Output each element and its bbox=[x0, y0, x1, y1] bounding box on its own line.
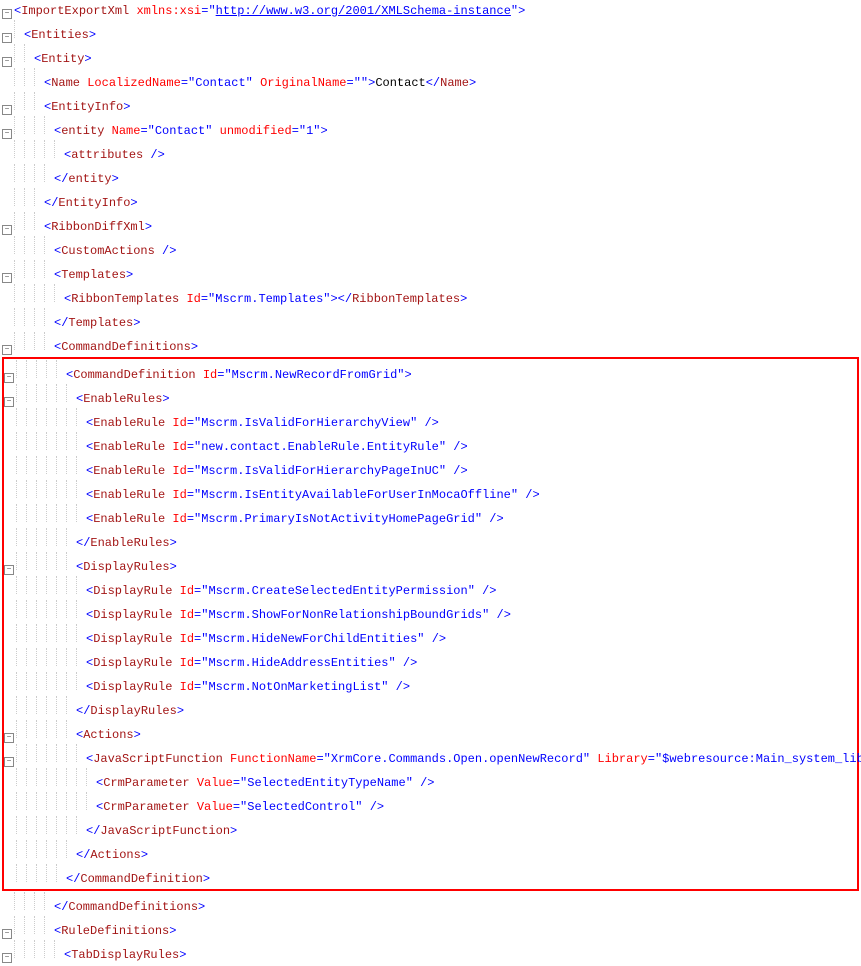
xml-content: <ImportExportXml xmlns:xsi="http://www.w… bbox=[14, 2, 859, 20]
xml-code-view: −<ImportExportXml xmlns:xsi="http://www.… bbox=[2, 2, 859, 964]
xml-content: <JavaScriptFunction FunctionName="XrmCor… bbox=[86, 750, 861, 768]
code-line[interactable]: <DisplayRule Id="Mscrm.HideAddressEntiti… bbox=[4, 648, 857, 672]
xml-content: <RuleDefinitions> bbox=[54, 922, 859, 940]
xml-content: <DisplayRule Id="Mscrm.NotOnMarketingLis… bbox=[86, 678, 857, 696]
code-line[interactable]: </EnableRules> bbox=[4, 528, 857, 552]
expand-collapse-icon[interactable]: − bbox=[2, 33, 12, 43]
xml-content: <TabDisplayRules> bbox=[64, 946, 859, 964]
code-line[interactable]: </entity> bbox=[2, 164, 859, 188]
code-line[interactable]: <attributes /> bbox=[2, 140, 859, 164]
code-line[interactable]: <CrmParameter Value="SelectedControl" /> bbox=[4, 792, 857, 816]
xml-content: </DisplayRules> bbox=[76, 702, 857, 720]
expand-collapse-icon[interactable]: − bbox=[2, 57, 12, 67]
code-line[interactable]: − <entity Name="Contact" unmodified="1"> bbox=[2, 116, 859, 140]
code-line[interactable]: <EnableRule Id="Mscrm.IsEntityAvailableF… bbox=[4, 480, 857, 504]
xml-content: <EnableRules> bbox=[76, 390, 857, 408]
expand-collapse-icon[interactable]: − bbox=[2, 105, 12, 115]
code-line[interactable]: −<JavaScriptFunction FunctionName="XrmCo… bbox=[4, 744, 857, 768]
code-line[interactable]: <EnableRule Id="new.contact.EnableRule.E… bbox=[4, 432, 857, 456]
code-line[interactable]: </EntityInfo> bbox=[2, 188, 859, 212]
code-line[interactable]: − <Entity> bbox=[2, 44, 859, 68]
xml-content: <Entity> bbox=[34, 50, 859, 68]
xml-content: <EnableRule Id="Mscrm.IsEntityAvailableF… bbox=[86, 486, 857, 504]
expand-collapse-icon[interactable]: − bbox=[4, 733, 14, 743]
code-line[interactable]: <DisplayRule Id="Mscrm.ShowForNonRelatio… bbox=[4, 600, 857, 624]
xml-content: <DisplayRule Id="Mscrm.ShowForNonRelatio… bbox=[86, 606, 857, 624]
expand-collapse-icon[interactable]: − bbox=[2, 929, 12, 939]
xml-content: </CommandDefinitions> bbox=[54, 898, 859, 916]
code-line[interactable]: − <CommandDefinition Id="Mscrm.NewRecordF… bbox=[4, 360, 857, 384]
xml-content: <Entities> bbox=[24, 26, 859, 44]
expand-collapse-icon[interactable]: − bbox=[2, 953, 12, 963]
xml-content: <DisplayRule Id="Mscrm.HideAddressEntiti… bbox=[86, 654, 857, 672]
code-line[interactable]: − <DisplayRules> bbox=[4, 552, 857, 576]
xml-content: <Templates> bbox=[54, 266, 859, 284]
code-line[interactable]: <Name LocalizedName="Contact" OriginalNa… bbox=[2, 68, 859, 92]
code-line[interactable]: − <Entities> bbox=[2, 20, 859, 44]
code-line[interactable]: − <TabDisplayRules> bbox=[2, 940, 859, 964]
xml-content: </entity> bbox=[54, 170, 859, 188]
code-line[interactable]: − <Templates> bbox=[2, 260, 859, 284]
expand-collapse-icon[interactable]: − bbox=[4, 397, 14, 407]
xml-content: <entity Name="Contact" unmodified="1"> bbox=[54, 122, 859, 140]
xml-content: <EnableRule Id="Mscrm.IsValidForHierarch… bbox=[86, 462, 857, 480]
code-line[interactable]: − <RuleDefinitions> bbox=[2, 916, 859, 940]
xml-content: </JavaScriptFunction> bbox=[86, 822, 857, 840]
expand-collapse-icon[interactable]: − bbox=[2, 273, 12, 283]
code-line[interactable]: <DisplayRule Id="Mscrm.CreateSelectedEnt… bbox=[4, 576, 857, 600]
code-line[interactable]: <EnableRule Id="Mscrm.IsValidForHierarch… bbox=[4, 456, 857, 480]
xml-content: <Name LocalizedName="Contact" OriginalNa… bbox=[44, 74, 859, 92]
code-line[interactable]: <CustomActions /> bbox=[2, 236, 859, 260]
xml-content: </Templates> bbox=[54, 314, 859, 332]
code-line[interactable]: </Templates> bbox=[2, 308, 859, 332]
highlighted-command-definition: − <CommandDefinition Id="Mscrm.NewRecordF… bbox=[2, 357, 859, 891]
code-line[interactable]: </CommandDefinition> bbox=[4, 864, 857, 888]
code-line[interactable]: − <Actions> bbox=[4, 720, 857, 744]
expand-collapse-icon[interactable]: − bbox=[2, 225, 12, 235]
xml-content: <CommandDefinitions> bbox=[54, 338, 859, 356]
code-line[interactable]: − <CommandDefinitions> bbox=[2, 332, 859, 356]
expand-collapse-icon[interactable]: − bbox=[4, 757, 14, 767]
code-line[interactable]: </JavaScriptFunction> bbox=[4, 816, 857, 840]
code-line[interactable]: −<ImportExportXml xmlns:xsi="http://www.… bbox=[2, 2, 859, 20]
xml-content: <CustomActions /> bbox=[54, 242, 859, 260]
code-line[interactable]: <DisplayRule Id="Mscrm.HideNewForChildEn… bbox=[4, 624, 857, 648]
code-line[interactable]: <EnableRule Id="Mscrm.PrimaryIsNotActivi… bbox=[4, 504, 857, 528]
xml-content: <Actions> bbox=[76, 726, 857, 744]
code-line[interactable]: </Actions> bbox=[4, 840, 857, 864]
xml-content: <EnableRule Id="Mscrm.IsValidForHierarch… bbox=[86, 414, 857, 432]
xml-content: <attributes /> bbox=[64, 146, 859, 164]
xml-content: <CommandDefinition Id="Mscrm.NewRecordFr… bbox=[66, 366, 857, 384]
expand-collapse-icon[interactable]: − bbox=[4, 373, 14, 383]
xml-content: <RibbonTemplates Id="Mscrm.Templates"></… bbox=[64, 290, 859, 308]
expand-collapse-icon[interactable]: − bbox=[2, 9, 12, 19]
code-line[interactable]: </CommandDefinitions> bbox=[2, 892, 859, 916]
code-line[interactable]: </DisplayRules> bbox=[4, 696, 857, 720]
expand-collapse-icon[interactable]: − bbox=[4, 565, 14, 575]
code-line[interactable]: − <EntityInfo> bbox=[2, 92, 859, 116]
xml-content: <CrmParameter Value="SelectedControl" /> bbox=[96, 798, 857, 816]
code-line[interactable]: − <EnableRules> bbox=[4, 384, 857, 408]
xml-content: </CommandDefinition> bbox=[66, 870, 857, 888]
code-line[interactable]: <EnableRule Id="Mscrm.IsValidForHierarch… bbox=[4, 408, 857, 432]
xml-content: </Actions> bbox=[76, 846, 857, 864]
xml-content: </EnableRules> bbox=[76, 534, 857, 552]
code-line[interactable]: <RibbonTemplates Id="Mscrm.Templates"></… bbox=[2, 284, 859, 308]
code-line[interactable]: <CrmParameter Value="SelectedEntityTypeN… bbox=[4, 768, 857, 792]
xml-content: <EnableRule Id="Mscrm.PrimaryIsNotActivi… bbox=[86, 510, 857, 528]
xml-content: <EnableRule Id="new.contact.EnableRule.E… bbox=[86, 438, 857, 456]
expand-collapse-icon[interactable]: − bbox=[2, 345, 12, 355]
expand-collapse-icon[interactable]: − bbox=[2, 129, 12, 139]
xml-content: <DisplayRules> bbox=[76, 558, 857, 576]
xml-content: </EntityInfo> bbox=[44, 194, 859, 212]
code-line[interactable]: − <RibbonDiffXml> bbox=[2, 212, 859, 236]
xml-content: <EntityInfo> bbox=[44, 98, 859, 116]
xml-content: <RibbonDiffXml> bbox=[44, 218, 859, 236]
code-line[interactable]: <DisplayRule Id="Mscrm.NotOnMarketingLis… bbox=[4, 672, 857, 696]
xml-content: <CrmParameter Value="SelectedEntityTypeN… bbox=[96, 774, 857, 792]
xml-content: <DisplayRule Id="Mscrm.CreateSelectedEnt… bbox=[86, 582, 857, 600]
